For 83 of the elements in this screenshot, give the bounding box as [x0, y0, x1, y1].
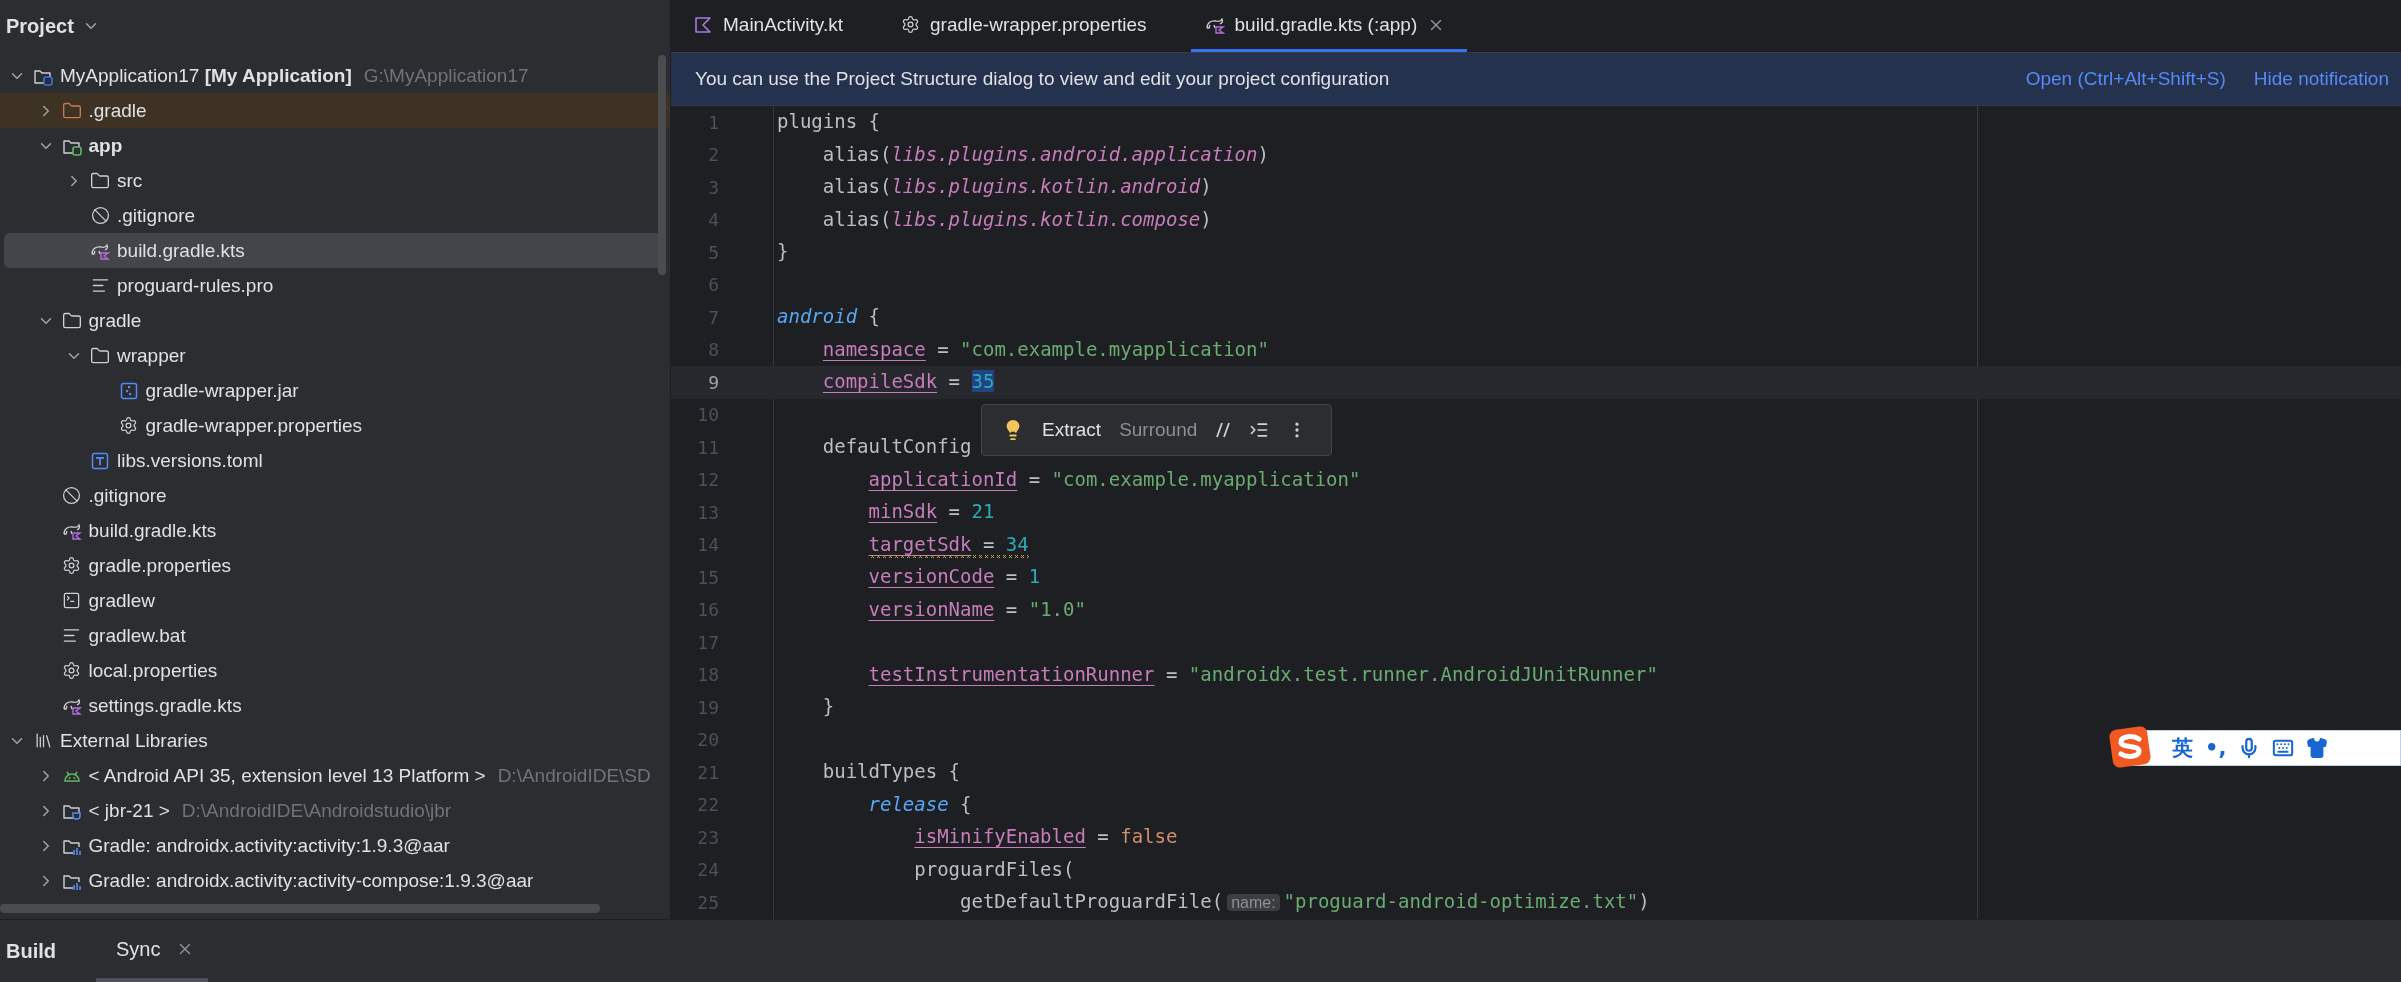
code-line: versionName = "1.0" — [867, 596, 1086, 622]
tree-item[interactable]: gradle-wrapper.properties — [0, 408, 670, 443]
code-line: versionCode = 1 — [867, 564, 1041, 590]
editor-tab[interactable]: MainActivity.kt — [679, 0, 865, 52]
text-lines-icon — [90, 276, 110, 295]
tree-item[interactable]: app — [0, 128, 670, 163]
tree-item[interactable]: build.gradle.kts — [0, 513, 670, 548]
tree-item[interactable]: proguard-rules.pro — [0, 268, 670, 303]
panel-title: Project — [6, 14, 74, 38]
ime-punctuation[interactable]: •, — [2205, 736, 2227, 760]
line-number: 9 — [707, 371, 719, 393]
gear-icon — [62, 556, 81, 575]
tree-item[interactable]: gradle — [0, 303, 670, 338]
tree-item[interactable]: gradlew.bat — [0, 618, 670, 653]
folder-icon — [61, 100, 82, 121]
notification-link[interactable]: Open (Ctrl+Alt+Shift+S) — [2025, 68, 2226, 90]
gear-icon — [62, 661, 81, 680]
gear-icon — [119, 416, 138, 435]
editor-tab[interactable]: gradle-wrapper.properties — [887, 0, 1169, 52]
tree-item[interactable]: gradle.properties — [0, 548, 670, 583]
tree-item[interactable]: Gradle: androidx.activity:activity:1.9.3@aar — [0, 828, 670, 863]
code-line: } — [777, 239, 790, 265]
code-line: namespace = "com.example.myapplication" — [821, 336, 1269, 362]
code-line: alias(libs.plugins.android.application) — [821, 141, 1269, 167]
tree-item[interactable]: External Libraries — [0, 723, 670, 758]
code-line: android { — [777, 304, 880, 330]
comment-icon[interactable] — [1215, 421, 1232, 439]
slash-circle-icon — [90, 206, 110, 225]
code-line: alias(libs.plugins.kotlin.compose) — [821, 206, 1212, 232]
table-file-icon — [90, 450, 110, 471]
code-line: proguardFiles( — [913, 856, 1075, 882]
path-note: D:\AndroidIDE\Androidstudio\jbr — [181, 799, 452, 822]
tree-item[interactable]: Gradle: androidx.activity:activity-compose:1.9.3@aar — [0, 863, 670, 898]
tree-item[interactable]: < Android API 35, extension level 13 Platform > D:\AndroidIDE\SD — [0, 758, 670, 793]
code-line: defaultConfig — [821, 434, 972, 460]
code-line: release { — [867, 791, 972, 817]
tree-item[interactable]: libs.versions.toml — [0, 443, 670, 478]
archive-icon — [118, 380, 139, 401]
code-line: } — [821, 694, 835, 720]
tree-item[interactable]: wrapper — [0, 338, 670, 373]
folder-icon — [90, 345, 110, 366]
code-line: buildTypes { — [821, 759, 961, 785]
tool-tab[interactable]: Sync — [96, 920, 209, 982]
tree-item[interactable]: gradle-wrapper.jar — [0, 373, 670, 408]
tool-window-title: Build — [6, 939, 56, 963]
ime-mode[interactable]: 英 — [2172, 734, 2193, 762]
keyboard-icon[interactable] — [2272, 737, 2295, 759]
scrollbar[interactable] — [658, 55, 666, 275]
indent-icon[interactable] — [1249, 420, 1270, 440]
kotlin-icon — [693, 14, 713, 35]
ime-logo[interactable] — [2108, 725, 2152, 769]
tree-item[interactable]: local.properties — [0, 653, 670, 688]
tree-item[interactable]: MyApplication17 [My Application] G:\MyApplication17 — [0, 58, 670, 93]
code-line: testInstrumentationRunner = "androidx.test.runner.AndroidJUnitRunner" — [867, 661, 1658, 687]
terminal-icon — [62, 591, 81, 610]
tree-item[interactable]: settings.gradle.kts — [0, 688, 670, 723]
popup-action[interactable]: Surround — [1119, 419, 1198, 441]
code-line: compileSdk = 35 — [821, 369, 995, 395]
tree-item[interactable]: .gradle — [0, 93, 670, 128]
code-line: plugins { — [777, 109, 880, 135]
code-line: targetSdk = 34 — [777, 531, 1029, 558]
scrollbar[interactable] — [0, 904, 600, 913]
popup-action[interactable]: Extract — [1042, 419, 1102, 441]
slash-circle-icon — [62, 486, 81, 505]
notification-text: You can use the Project Structure dialog to view and edit your project configuration — [695, 68, 1391, 90]
tree-item[interactable]: gradlew — [0, 583, 670, 618]
folder-icon — [61, 310, 82, 331]
code-line: minSdk = 21 — [867, 499, 995, 525]
code-line: getDefaultProguardFile( name: "proguard-android-optimize.txt") — [959, 889, 1650, 915]
tree-item[interactable]: .gitignore — [0, 478, 670, 513]
path-note: D:\AndroidIDE\SD — [497, 764, 651, 787]
tree-item[interactable]: < jbr-21 > D:\AndroidIDE\Androidstudio\jbr — [0, 793, 670, 828]
gear-icon — [901, 15, 920, 34]
tree-item[interactable]: src — [0, 163, 670, 198]
tree-item[interactable]: .gitignore — [0, 198, 670, 233]
path-note: G:\MyApplication17 — [363, 64, 529, 87]
folder-icon — [90, 170, 110, 191]
code-line: applicationId = "com.example.myapplication" — [867, 466, 1361, 492]
code-line: isMinifyEnabled = false — [913, 824, 1178, 850]
shirt-icon[interactable] — [2306, 737, 2329, 759]
text-lines-icon — [62, 626, 81, 645]
notification-link[interactable]: Hide notification — [2253, 68, 2389, 90]
code-line: alias(libs.plugins.kotlin.android) — [821, 174, 1212, 200]
